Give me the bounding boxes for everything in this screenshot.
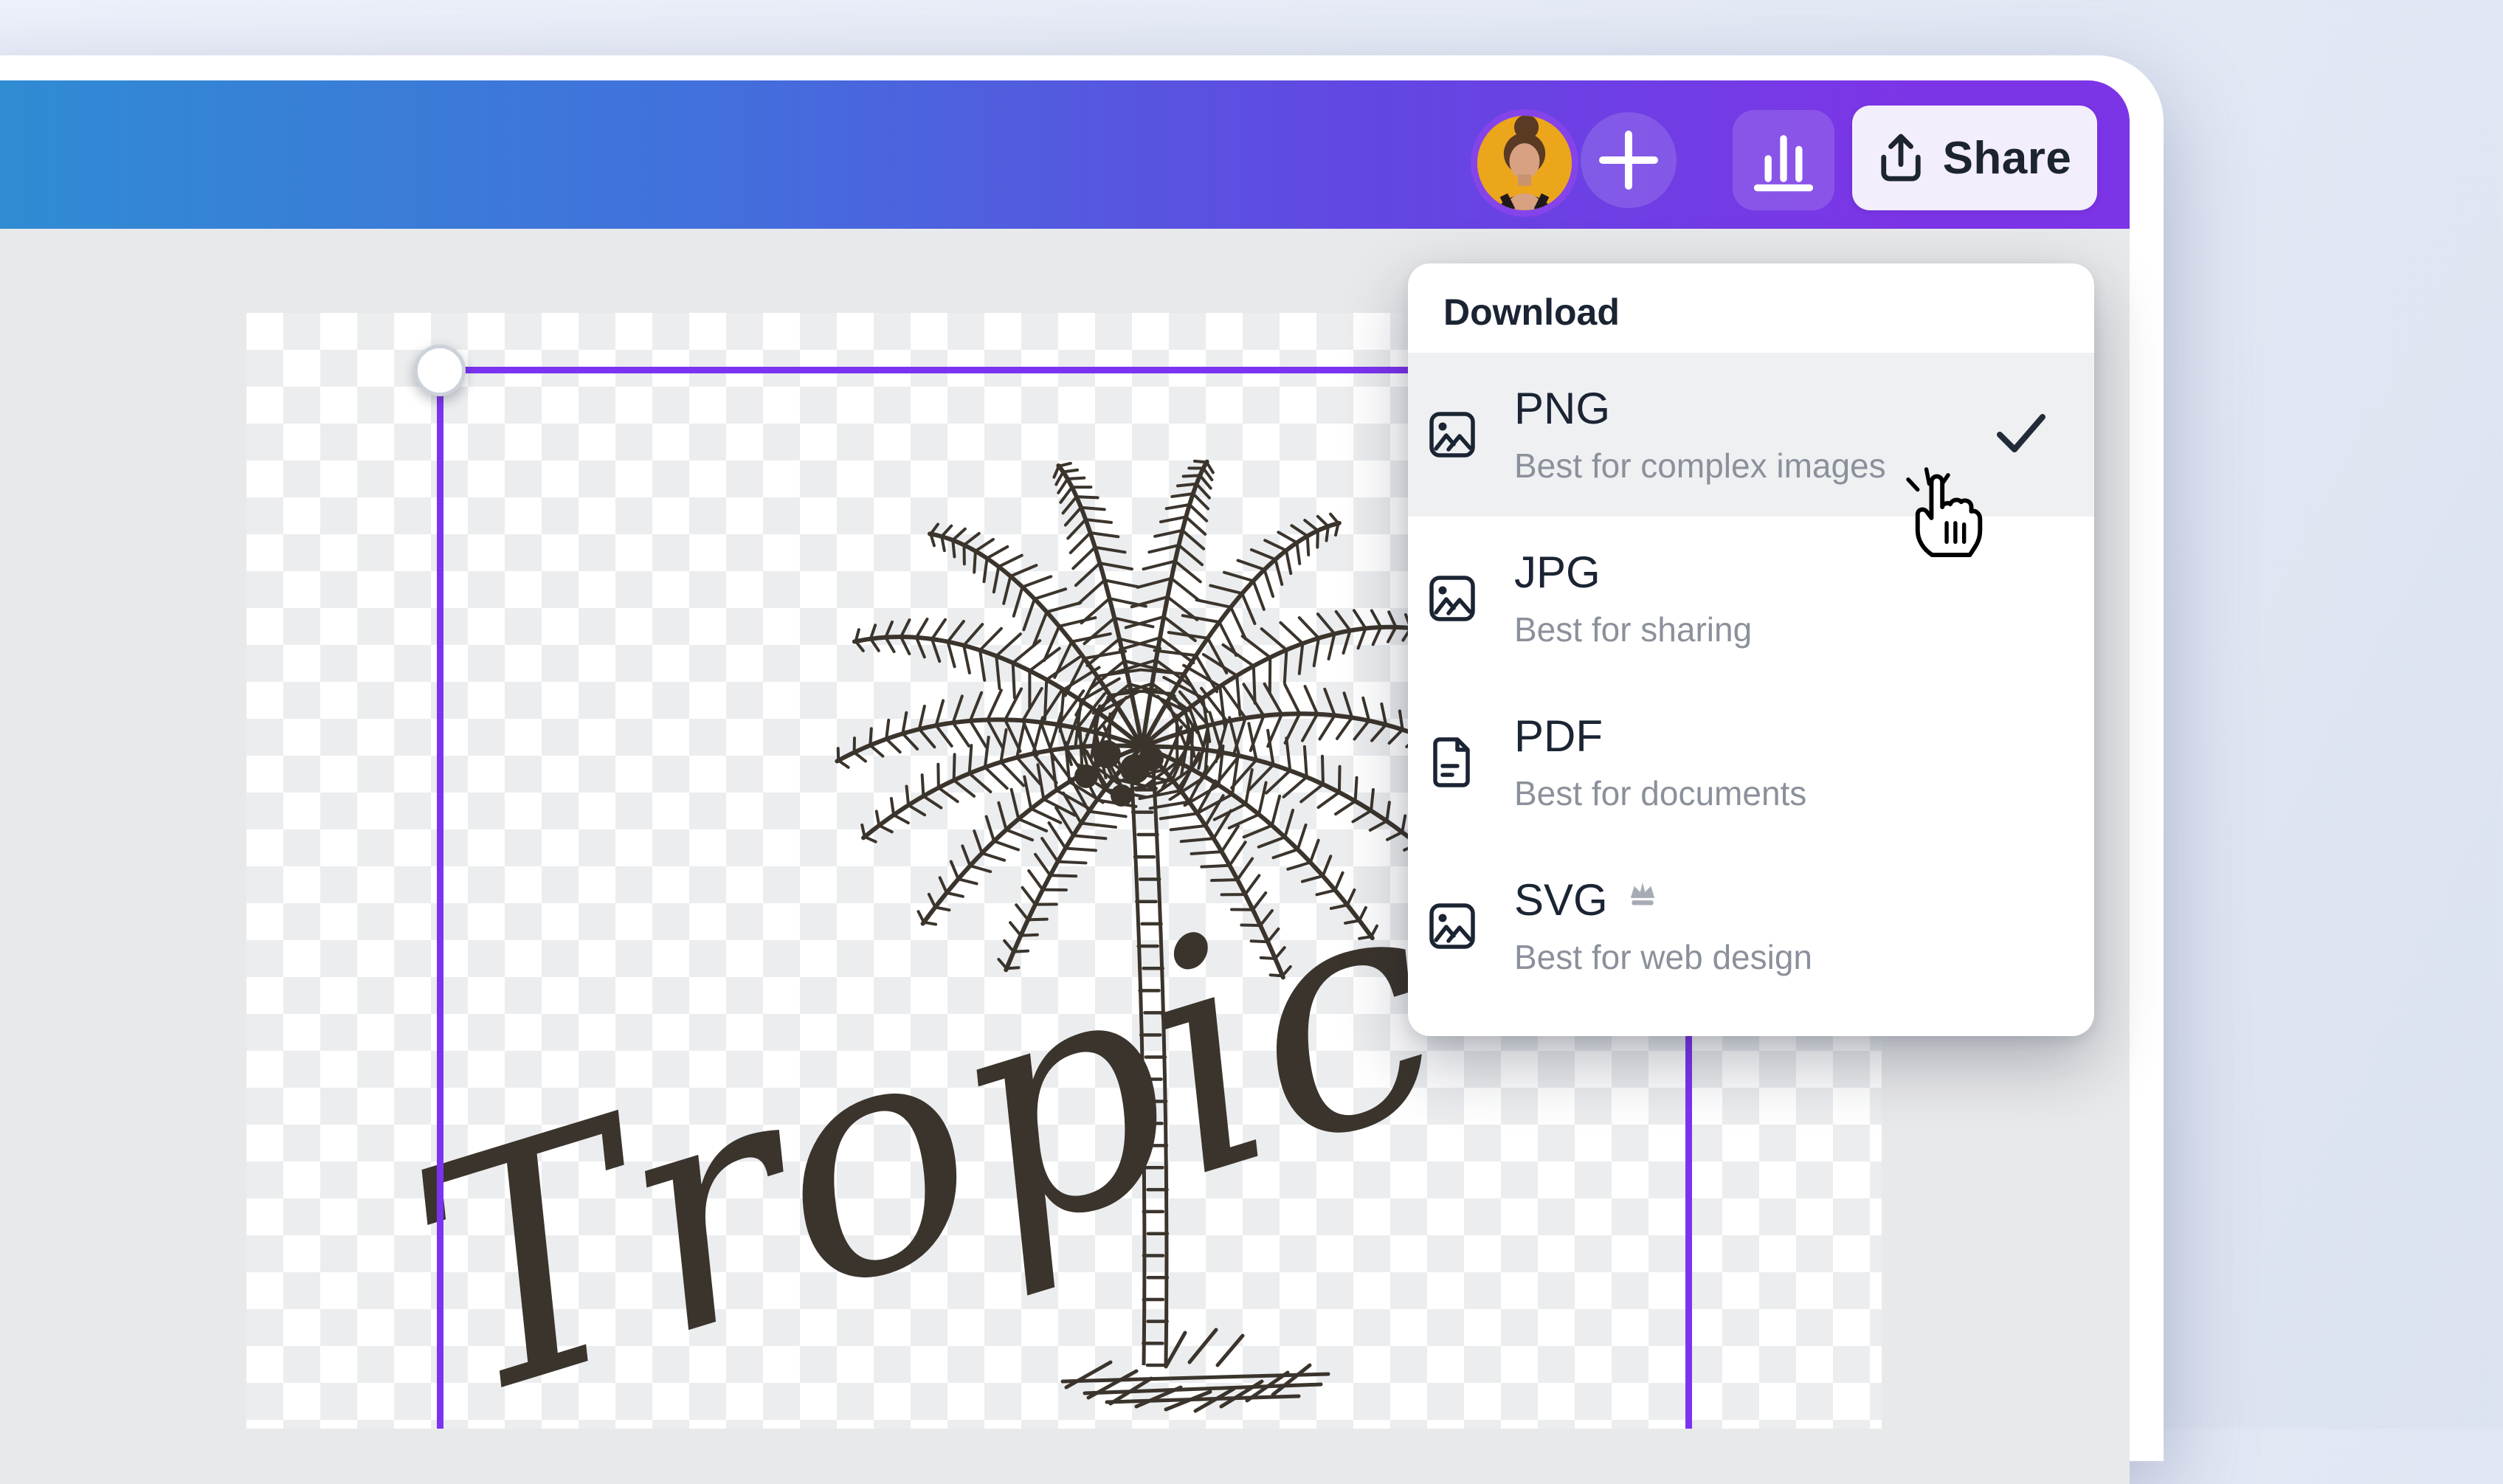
option-description: Best for web design	[1514, 939, 1812, 975]
download-menu-title: Download	[1443, 291, 1620, 334]
plus-icon	[1585, 117, 1672, 204]
option-label: PNG	[1514, 385, 1610, 433]
design-text: Tropic	[379, 815, 1479, 1429]
download-menu: Download PNG Best for complex images	[1408, 263, 2094, 1036]
option-description: Best for sharing	[1514, 612, 1752, 647]
premium-crown-icon	[1627, 880, 1658, 909]
share-button[interactable]: Share	[1852, 106, 2097, 210]
check-icon	[1995, 412, 2047, 455]
image-icon	[1429, 573, 1476, 624]
share-button-label: Share	[1943, 132, 2072, 184]
avatar[interactable]	[1471, 109, 1578, 217]
insights-button[interactable]	[1733, 110, 1834, 210]
option-label: SVG	[1514, 877, 1608, 925]
document-icon	[1429, 737, 1476, 787]
selection-border-left	[437, 367, 443, 1429]
option-label: PDF	[1514, 713, 1603, 761]
download-menu-header: Download	[1408, 263, 2094, 353]
download-option-svg[interactable]: SVG Best for web design	[1408, 844, 2094, 1008]
upload-icon	[1878, 132, 1924, 184]
click-cursor-icon	[1906, 463, 1993, 559]
download-option-pdf[interactable]: PDF Best for documents	[1408, 680, 2094, 844]
selection-corner-handle[interactable]	[414, 345, 466, 396]
option-label: JPG	[1514, 549, 1601, 597]
avatar-photo	[1477, 116, 1572, 210]
add-design-button[interactable]	[1581, 112, 1677, 208]
image-icon	[1429, 901, 1476, 951]
option-description: Best for complex images	[1514, 448, 1886, 483]
bar-chart-icon	[1747, 123, 1820, 197]
option-description: Best for documents	[1514, 776, 1806, 811]
image-icon	[1429, 410, 1476, 460]
